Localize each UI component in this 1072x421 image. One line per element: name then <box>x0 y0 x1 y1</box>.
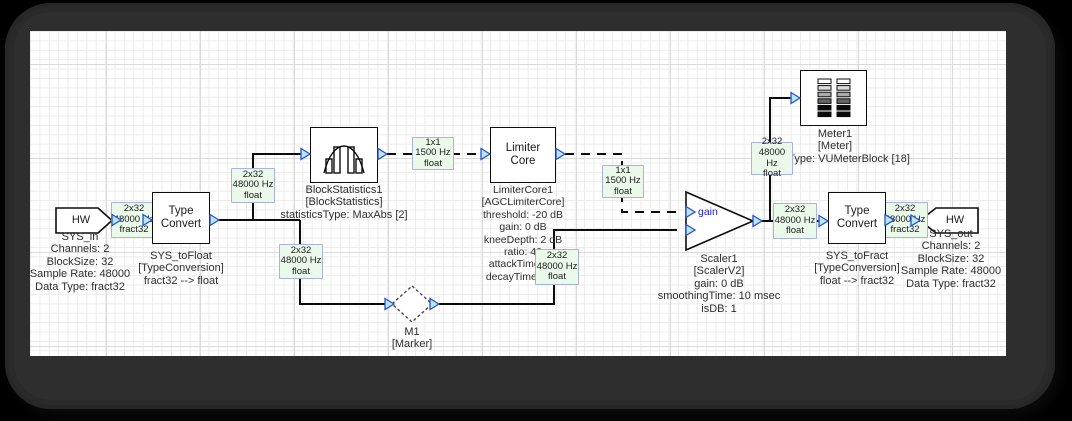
caption-line: M1 <box>404 326 420 338</box>
block-label: Type Convert <box>160 205 202 230</box>
histogram-icon <box>323 145 365 174</box>
block-label: Type Convert <box>836 205 878 230</box>
port-scaler-gain-in[interactable] <box>685 205 697 219</box>
port-marker-in[interactable] <box>384 297 396 311</box>
caption-line: BlockStatistics1 <box>305 184 383 196</box>
port-scaler-sig-in[interactable] <box>685 223 697 237</box>
caption-line: kneeDepth: 2 dB <box>483 233 563 246</box>
caption-line: Sample Rate: 48000 <box>900 265 1002 278</box>
caption-line: BlockSize: 32 <box>917 252 985 265</box>
caption-line: [BlockStatistics] <box>305 196 383 209</box>
block-statistics-block[interactable] <box>310 127 378 183</box>
port-blockstats-in[interactable] <box>300 147 312 161</box>
scaler-gain-port-label: gain <box>698 206 718 218</box>
caption-line: LimiterCore1 <box>492 184 554 196</box>
caption-line: statisticsType: MaxAbs [2] <box>280 208 408 221</box>
caption-line: Channels: 2 <box>921 240 981 253</box>
caption-line: smoothingTime: 10 msec <box>657 290 781 303</box>
wire-label-sysout[interactable]: 2x32 48000 Hz fract32 <box>882 202 928 238</box>
scaler-caption: Scaler1 [ScalerV2] gain: 0 dB smoothingT… <box>634 253 804 315</box>
caption-line: Scaler1 <box>700 253 738 265</box>
limiter-core-caption: LimiterCore1 [AGCLimiterCore] threshold:… <box>438 184 608 283</box>
type-convert-in-caption: SYS_toFloat [TypeConversion] fract32 -->… <box>106 250 256 287</box>
limiter-core-block[interactable]: Limiter Core <box>490 127 556 183</box>
port-blockstats-out[interactable] <box>377 147 389 161</box>
caption-line: Data Type: fract32 <box>906 277 996 290</box>
caption-line: [AGCLimiterCore] <box>481 196 565 209</box>
caption-line: gain: 0 dB <box>694 277 744 290</box>
caption-line: attackTime: 20 <box>488 258 558 271</box>
port-limiter-in[interactable] <box>480 147 492 161</box>
port-marker-out[interactable] <box>429 297 441 311</box>
block-statistics-caption: BlockStatistics1 [BlockStatistics] stati… <box>259 184 429 221</box>
port-meter-in[interactable] <box>790 91 802 105</box>
vu-meter-icon <box>817 78 850 118</box>
wire-label-sysin[interactable]: 2x32 48000 Hz fract32 <box>111 202 157 238</box>
schematic-canvas[interactable]: SYS_in Channels: 2 BlockSize: 32 Sample … <box>30 31 1006 356</box>
caption-line: decayTime: 100 <box>485 270 561 283</box>
scaler-block[interactable] <box>685 190 756 252</box>
port-limiter-out[interactable] <box>555 147 567 161</box>
port-scaler-out[interactable] <box>752 214 764 228</box>
sys-out-hw-label: HW <box>945 214 965 226</box>
wire-label-meter-in[interactable]: 2x32 48000 Hz float <box>751 137 793 179</box>
wire-label-scaler-in[interactable]: 2x32 48000 Hz float <box>535 249 579 285</box>
caption-line: gain: 0 dB <box>499 221 547 234</box>
caption-line: SYS_toFloat <box>150 250 212 262</box>
wire-label-limiter-out[interactable]: 1x1 1500 Hz float <box>602 165 644 198</box>
type-convert-out-block[interactable]: Type Convert <box>828 192 886 244</box>
screenshot-stage: SYS_in Channels: 2 BlockSize: 32 Sample … <box>0 0 1072 421</box>
port-tc1-out[interactable] <box>209 213 221 227</box>
caption-line: isDB: 1 <box>701 302 737 315</box>
type-convert-in-block[interactable]: Type Convert <box>152 192 210 244</box>
caption-line: fract32 --> float <box>143 274 219 287</box>
block-label: Limiter Core <box>505 142 541 167</box>
caption-line: [ScalerV2] <box>693 265 745 278</box>
wire-label-stats-out[interactable]: 1x1 1500 Hz float <box>412 137 454 170</box>
marker-caption: M1 [Marker] <box>362 326 462 351</box>
wire-label-blockstats-in[interactable]: 2x32 48000 Hz float <box>231 168 275 203</box>
caption-line: [TypeConversion] <box>138 262 224 275</box>
caption-line: [Marker] <box>391 338 433 351</box>
sys-in-hw-label: HW <box>71 214 91 226</box>
marker-block[interactable] <box>390 285 434 323</box>
meter-block[interactable] <box>800 70 867 126</box>
wire-label-marker-in[interactable]: 2x32 48000 Hz float <box>279 244 323 279</box>
caption-line: ratio: 40 <box>504 246 542 259</box>
caption-line: threshold: -20 dB <box>483 208 563 221</box>
port-tc2-in[interactable] <box>818 214 830 228</box>
wire-label-scaler-out[interactable]: 2x32 48000 Hz float <box>773 203 817 239</box>
